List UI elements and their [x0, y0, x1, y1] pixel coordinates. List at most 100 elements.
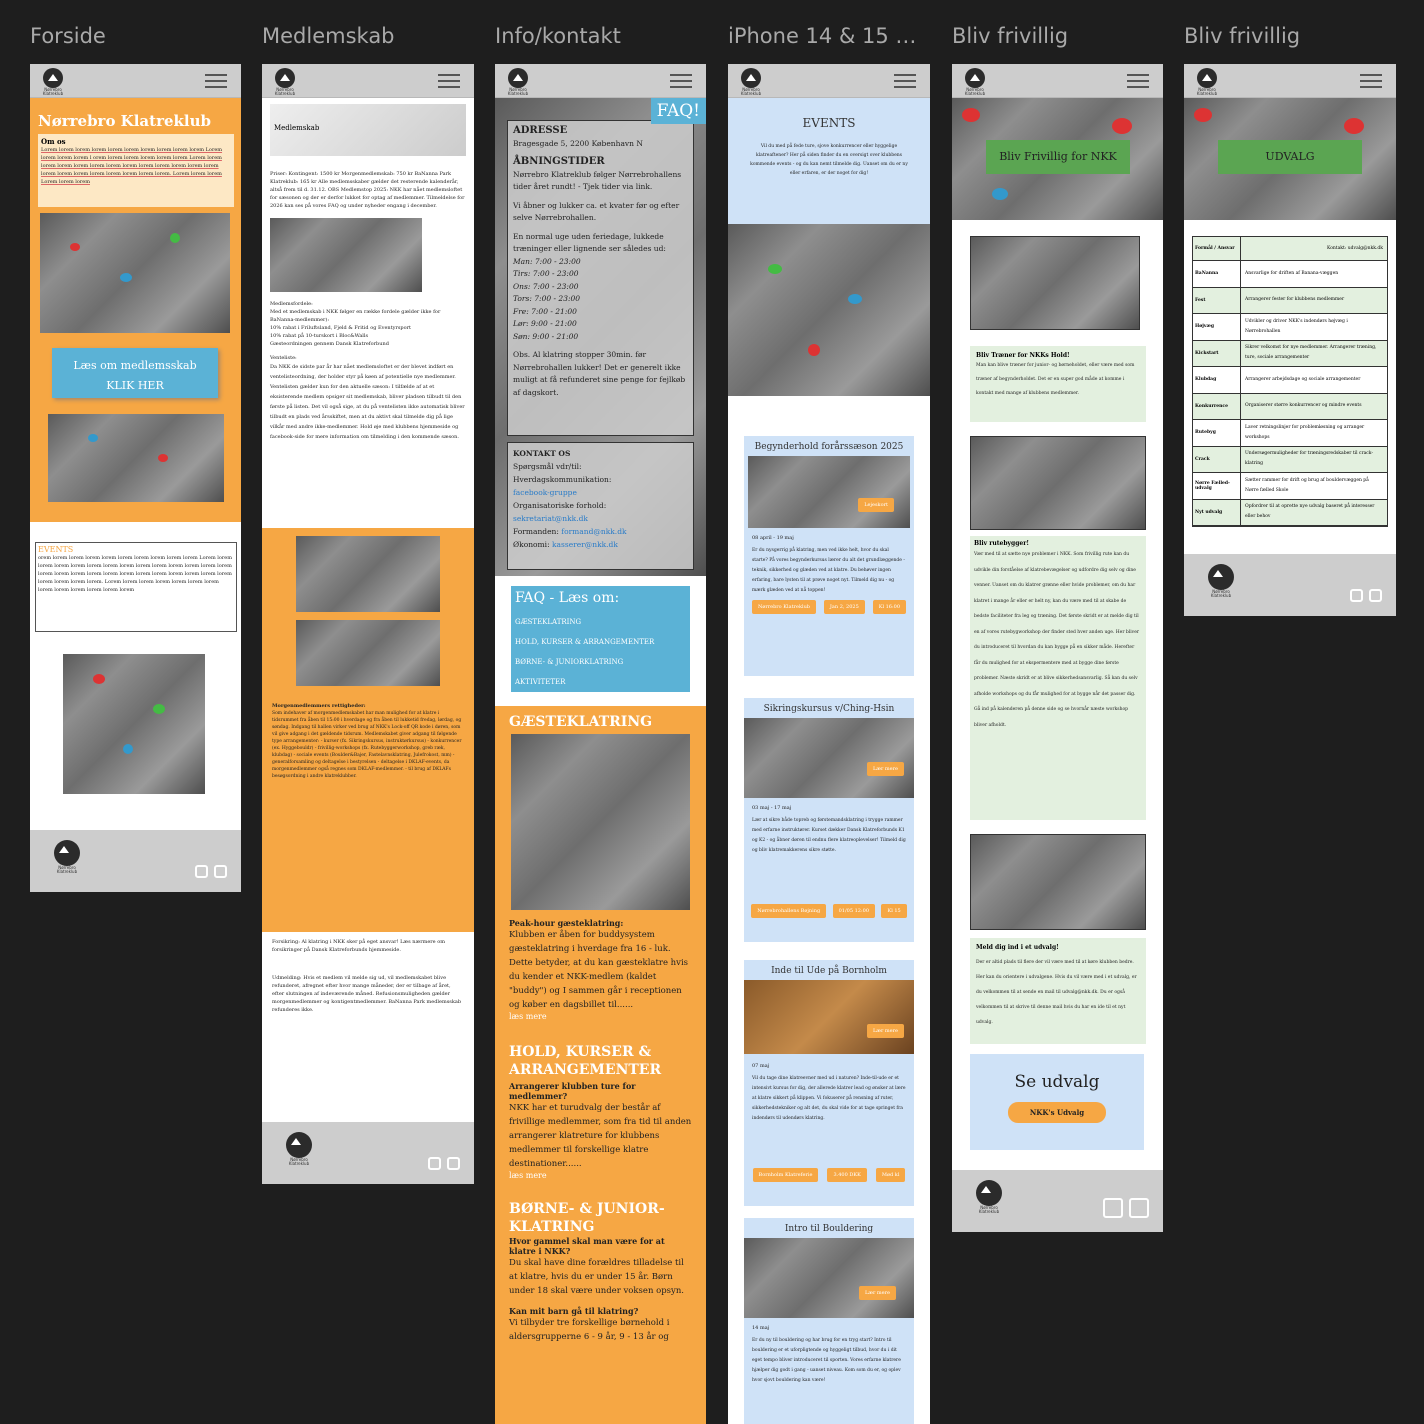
courses-subtitle: Arrangerer klubben ture for medlemmer? [509, 1081, 636, 1101]
menu-icon[interactable] [670, 74, 692, 88]
table-cell-name: Kickstart [1193, 340, 1241, 366]
insurance-text: Forsikring: Al klatring i NKK sker på eg… [272, 939, 445, 953]
secretariat-mail-link[interactable]: sekretariat@nkk.dk [513, 512, 688, 525]
event-button[interactable]: Nørrebro Klatreklub [751, 600, 816, 614]
waitlist-title: Venteliste: [270, 355, 297, 361]
frame-title-iphone[interactable]: iPhone 14 & 15 P... [728, 24, 923, 48]
membership-cta-button[interactable]: Læs om medlemsskab KLIK HER [52, 348, 218, 398]
see-committees-title: Se udvalg [1014, 1072, 1100, 1092]
event-tag[interactable]: Lejeskort [858, 498, 894, 512]
morning-title: Morgenmedlemmers rettigheder: [272, 703, 366, 709]
event-tag[interactable]: Lær mere [858, 1286, 896, 1300]
event-button[interactable]: 3.400 DKK [827, 1168, 867, 1182]
read-more-link[interactable]: læs mere [509, 1012, 692, 1021]
routesetter-text: Vær med til at sætte nye problemer i NKK… [974, 552, 1140, 728]
hero-section: Nørrebro Klatreklub Om os Lorem lorem lo… [30, 98, 241, 522]
read-more-link[interactable]: læs mere [509, 1171, 692, 1180]
event-button[interactable]: Kl 16:00 [872, 600, 907, 614]
logo[interactable]: Nørrebro Klatreklub [1194, 68, 1220, 96]
hours-intro: Nørrebro Klatreklub følger Nørrebrohalle… [513, 169, 682, 192]
table-cell-name: Nørre Fælled-udvalg [1193, 473, 1241, 499]
event-tag[interactable]: Lær mere [866, 1024, 904, 1038]
wall-photo-2 [296, 620, 440, 686]
footer-logo[interactable]: Nørrebro Klatreklub [974, 1180, 1004, 1214]
cta-line-1: Læs om medlemsskab [73, 359, 197, 372]
header: Nørrebro Klatreklub [262, 64, 474, 98]
event-card[interactable]: Intro til Bouldering Lær mere 14 maj Er … [744, 1218, 914, 1424]
table-header: Formål / Ansvar Kontakt: udvalg@nkk.dk [1193, 237, 1387, 261]
table-cell-description: Udvikler og driver NKK's indendørs højvæ… [1245, 318, 1348, 334]
event-tag[interactable]: Lær mere [866, 762, 904, 776]
logo[interactable]: Nørrebro Klatreklub [738, 68, 764, 96]
facebook-icon[interactable] [1129, 1198, 1149, 1218]
footer-logo[interactable]: Nørrebro Klatreklub [1206, 564, 1236, 598]
guest-text: Klubben er åben for buddysystem gæstekla… [509, 930, 689, 1010]
logo[interactable]: Nørrebro Klatreklub [962, 68, 988, 96]
climber-photo [63, 654, 205, 794]
menu-icon[interactable] [1360, 74, 1382, 88]
faq-content: GÆSTEKLATRING Peak-hour gæsteklatring: K… [495, 706, 706, 1424]
event-button[interactable]: Bornholm Klatreferie [752, 1168, 819, 1182]
footer-logo[interactable]: Nørrebro Klatreklub [52, 840, 82, 874]
logo[interactable]: Nørrebro Klatreklub [505, 68, 531, 96]
faq-badge[interactable]: FAQ! [650, 98, 706, 124]
table-cell-name: Nyt udvalg [1193, 499, 1241, 525]
menu-icon[interactable] [894, 74, 916, 88]
frame-title-frivillig-1[interactable]: Bliv frivillig [952, 24, 1162, 48]
footer-logo[interactable]: Nørrebro Klatreklub [284, 1132, 314, 1166]
event-title: Begynderhold forårssæson 2025 [754, 442, 904, 452]
instagram-icon[interactable] [1350, 589, 1363, 602]
facebook-icon[interactable] [214, 865, 227, 878]
table-cell-name: Konkurrence [1193, 393, 1241, 419]
morning-text: Som indehaver af morgenmedlemskabet har … [272, 711, 462, 779]
committees-button[interactable]: NKK's Udvalg [1007, 1102, 1107, 1123]
menu-icon[interactable] [1127, 74, 1149, 88]
logo[interactable]: Nørrebro Klatreklub [40, 68, 66, 96]
frame-title-medlemskab[interactable]: Medlemskab [262, 24, 472, 48]
event-button[interactable]: 01/05 12:00 [832, 904, 876, 918]
table-row: BaNanna Ansvarlige for driften af Banana-… [1193, 261, 1387, 288]
chair-mail-link[interactable]: formand@nkk.dk [561, 527, 626, 536]
schedule-row: Søn: 9:00 - 21:00 [513, 331, 579, 341]
hours-obs: Obs. Al klatring stopper 30min. før Nørr… [513, 350, 686, 397]
faq-link-kids[interactable]: BØRNE- & JUNIORKLATRING [515, 652, 686, 672]
faq-link-guest[interactable]: GÆSTEKLATRING [515, 612, 686, 632]
event-title: Inde til Ude på Bornholm [771, 966, 887, 976]
event-button[interactable]: Nørrebrohallens Bøjning [751, 904, 827, 918]
about-text: Lorem lorem lorem lorem lorem lorem lore… [41, 147, 223, 185]
faq-link-activities[interactable]: AKTIVITETER [515, 672, 686, 692]
event-text: Er du nysgerrig på klatring, men ved ikk… [752, 548, 905, 593]
facebook-group-link[interactable]: facebook-gruppe [513, 486, 688, 499]
table-row: Kickstart Sikrer velkomst for nye medlemm… [1193, 340, 1387, 367]
menu-icon[interactable] [205, 74, 227, 88]
logo[interactable]: Nørrebro Klatreklub [272, 68, 298, 96]
event-buttons: Nørrebrohallens Bøjning 01/05 12:00 Kl 1… [744, 904, 914, 918]
event-button[interactable]: Kl 15 [881, 904, 907, 918]
econ-mail-link[interactable]: kasserer@nkk.dk [552, 540, 618, 549]
facebook-icon[interactable] [447, 1157, 460, 1170]
trainer-photo [970, 236, 1140, 330]
facebook-icon[interactable] [1369, 589, 1382, 602]
instagram-icon[interactable] [195, 865, 208, 878]
frame-title-frivillig-2[interactable]: Bliv frivillig [1184, 24, 1394, 48]
faq-link-courses[interactable]: HOLD, KURSER & ARRANGEMENTER [515, 632, 686, 652]
event-button[interactable]: Jan 2, 2025 [823, 600, 865, 614]
committee-text: Der er altid plads til flere der vil vær… [976, 960, 1137, 1025]
frame-forside: Nørrebro Klatreklub Nørrebro Klatreklub … [30, 64, 241, 892]
event-date: 08 april - 19 maj [752, 535, 794, 541]
menu-icon[interactable] [438, 74, 460, 88]
frame-title-info[interactable]: Info/kontakt [495, 24, 705, 48]
event-photo: Lær mere [744, 718, 914, 798]
frame-title-forside[interactable]: Forside [30, 24, 240, 48]
table-cell-description: Arrangerer arbejdsdage og sociale arrang… [1245, 376, 1361, 382]
event-photo: Lær mere [744, 1238, 914, 1318]
schedule-row: Man: 7:00 - 23:00 [513, 256, 581, 266]
instagram-icon[interactable] [428, 1157, 441, 1170]
event-button[interactable]: Mød kl [875, 1168, 906, 1182]
instagram-icon[interactable] [1103, 1198, 1123, 1218]
prices-text: Priser: Kontingent: 1500 kr Morgenmedlem… [270, 171, 465, 209]
table-cell-description: Ansvarlige for driften af Banana-væggen [1245, 270, 1339, 276]
event-card[interactable]: Sikringskursus v/Ching-Hsin Lær mere 03 … [744, 698, 914, 942]
event-card[interactable]: Begynderhold forårssæson 2025 Lejeskort … [744, 436, 914, 676]
event-card[interactable]: Inde til Ude på Bornholm Lær mere 07 maj… [744, 960, 914, 1206]
